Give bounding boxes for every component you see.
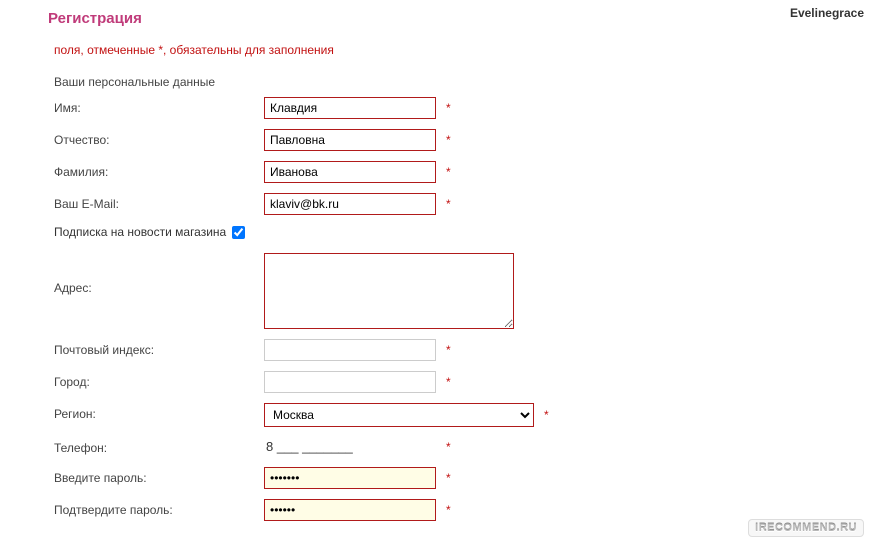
subscribe-checkbox[interactable] — [232, 226, 245, 239]
required-mark: * — [446, 165, 451, 179]
password-confirm-input[interactable] — [264, 499, 436, 521]
region-select[interactable]: Москва — [264, 403, 534, 427]
label-last-name: Фамилия: — [48, 161, 264, 179]
row-region: Регион: Москва * — [48, 403, 878, 427]
email-input[interactable] — [264, 193, 436, 215]
required-mark: * — [446, 197, 451, 211]
row-patronymic: Отчество: * — [48, 129, 878, 151]
required-mark: * — [446, 133, 451, 147]
label-city: Город: — [48, 371, 264, 389]
label-phone: Телефон: — [48, 437, 264, 455]
row-email: Ваш E-Mail: * — [48, 193, 878, 215]
label-first-name: Имя: — [48, 97, 264, 115]
city-input[interactable] — [264, 371, 436, 393]
row-phone: Телефон: * — [48, 437, 878, 457]
label-patronymic: Отчество: — [48, 129, 264, 147]
required-mark: * — [544, 408, 549, 422]
row-address: Адрес: — [48, 253, 878, 329]
phone-input[interactable] — [264, 437, 436, 457]
postal-input[interactable] — [264, 339, 436, 361]
label-subscribe: Подписка на новости магазина — [54, 225, 226, 239]
first-name-input[interactable] — [264, 97, 436, 119]
watermark-site: IRECOMMEND.RU — [748, 519, 864, 537]
address-textarea[interactable] — [264, 253, 514, 329]
label-password-confirm: Подтвердите пароль: — [48, 499, 264, 517]
password-input[interactable] — [264, 467, 436, 489]
required-mark: * — [446, 440, 451, 454]
section-personal-data: Ваши персональные данные — [54, 75, 878, 89]
label-postal: Почтовый индекс: — [48, 339, 264, 357]
row-password: Введите пароль: * — [48, 467, 878, 489]
row-password-confirm: Подтвердите пароль: * — [48, 499, 878, 521]
label-region: Регион: — [48, 403, 264, 421]
watermark-user: Evelinegrace — [790, 6, 864, 20]
required-mark: * — [446, 503, 451, 517]
required-fields-note: поля, отмеченные *, обязательны для запо… — [54, 43, 878, 57]
required-mark: * — [446, 375, 451, 389]
patronymic-input[interactable] — [264, 129, 436, 151]
required-mark: * — [446, 343, 451, 357]
required-mark: * — [446, 471, 451, 485]
row-postal: Почтовый индекс: * — [48, 339, 878, 361]
row-subscribe: Подписка на новости магазина — [54, 225, 878, 239]
row-last-name: Фамилия: * — [48, 161, 878, 183]
required-mark: * — [446, 101, 451, 115]
label-address: Адрес: — [48, 253, 264, 295]
page-title: Регистрация — [48, 10, 878, 27]
registration-form: Регистрация поля, отмеченные *, обязател… — [0, 0, 878, 521]
label-password: Введите пароль: — [48, 467, 264, 485]
row-city: Город: * — [48, 371, 878, 393]
row-first-name: Имя: * — [48, 97, 878, 119]
label-email: Ваш E-Mail: — [48, 193, 264, 211]
last-name-input[interactable] — [264, 161, 436, 183]
